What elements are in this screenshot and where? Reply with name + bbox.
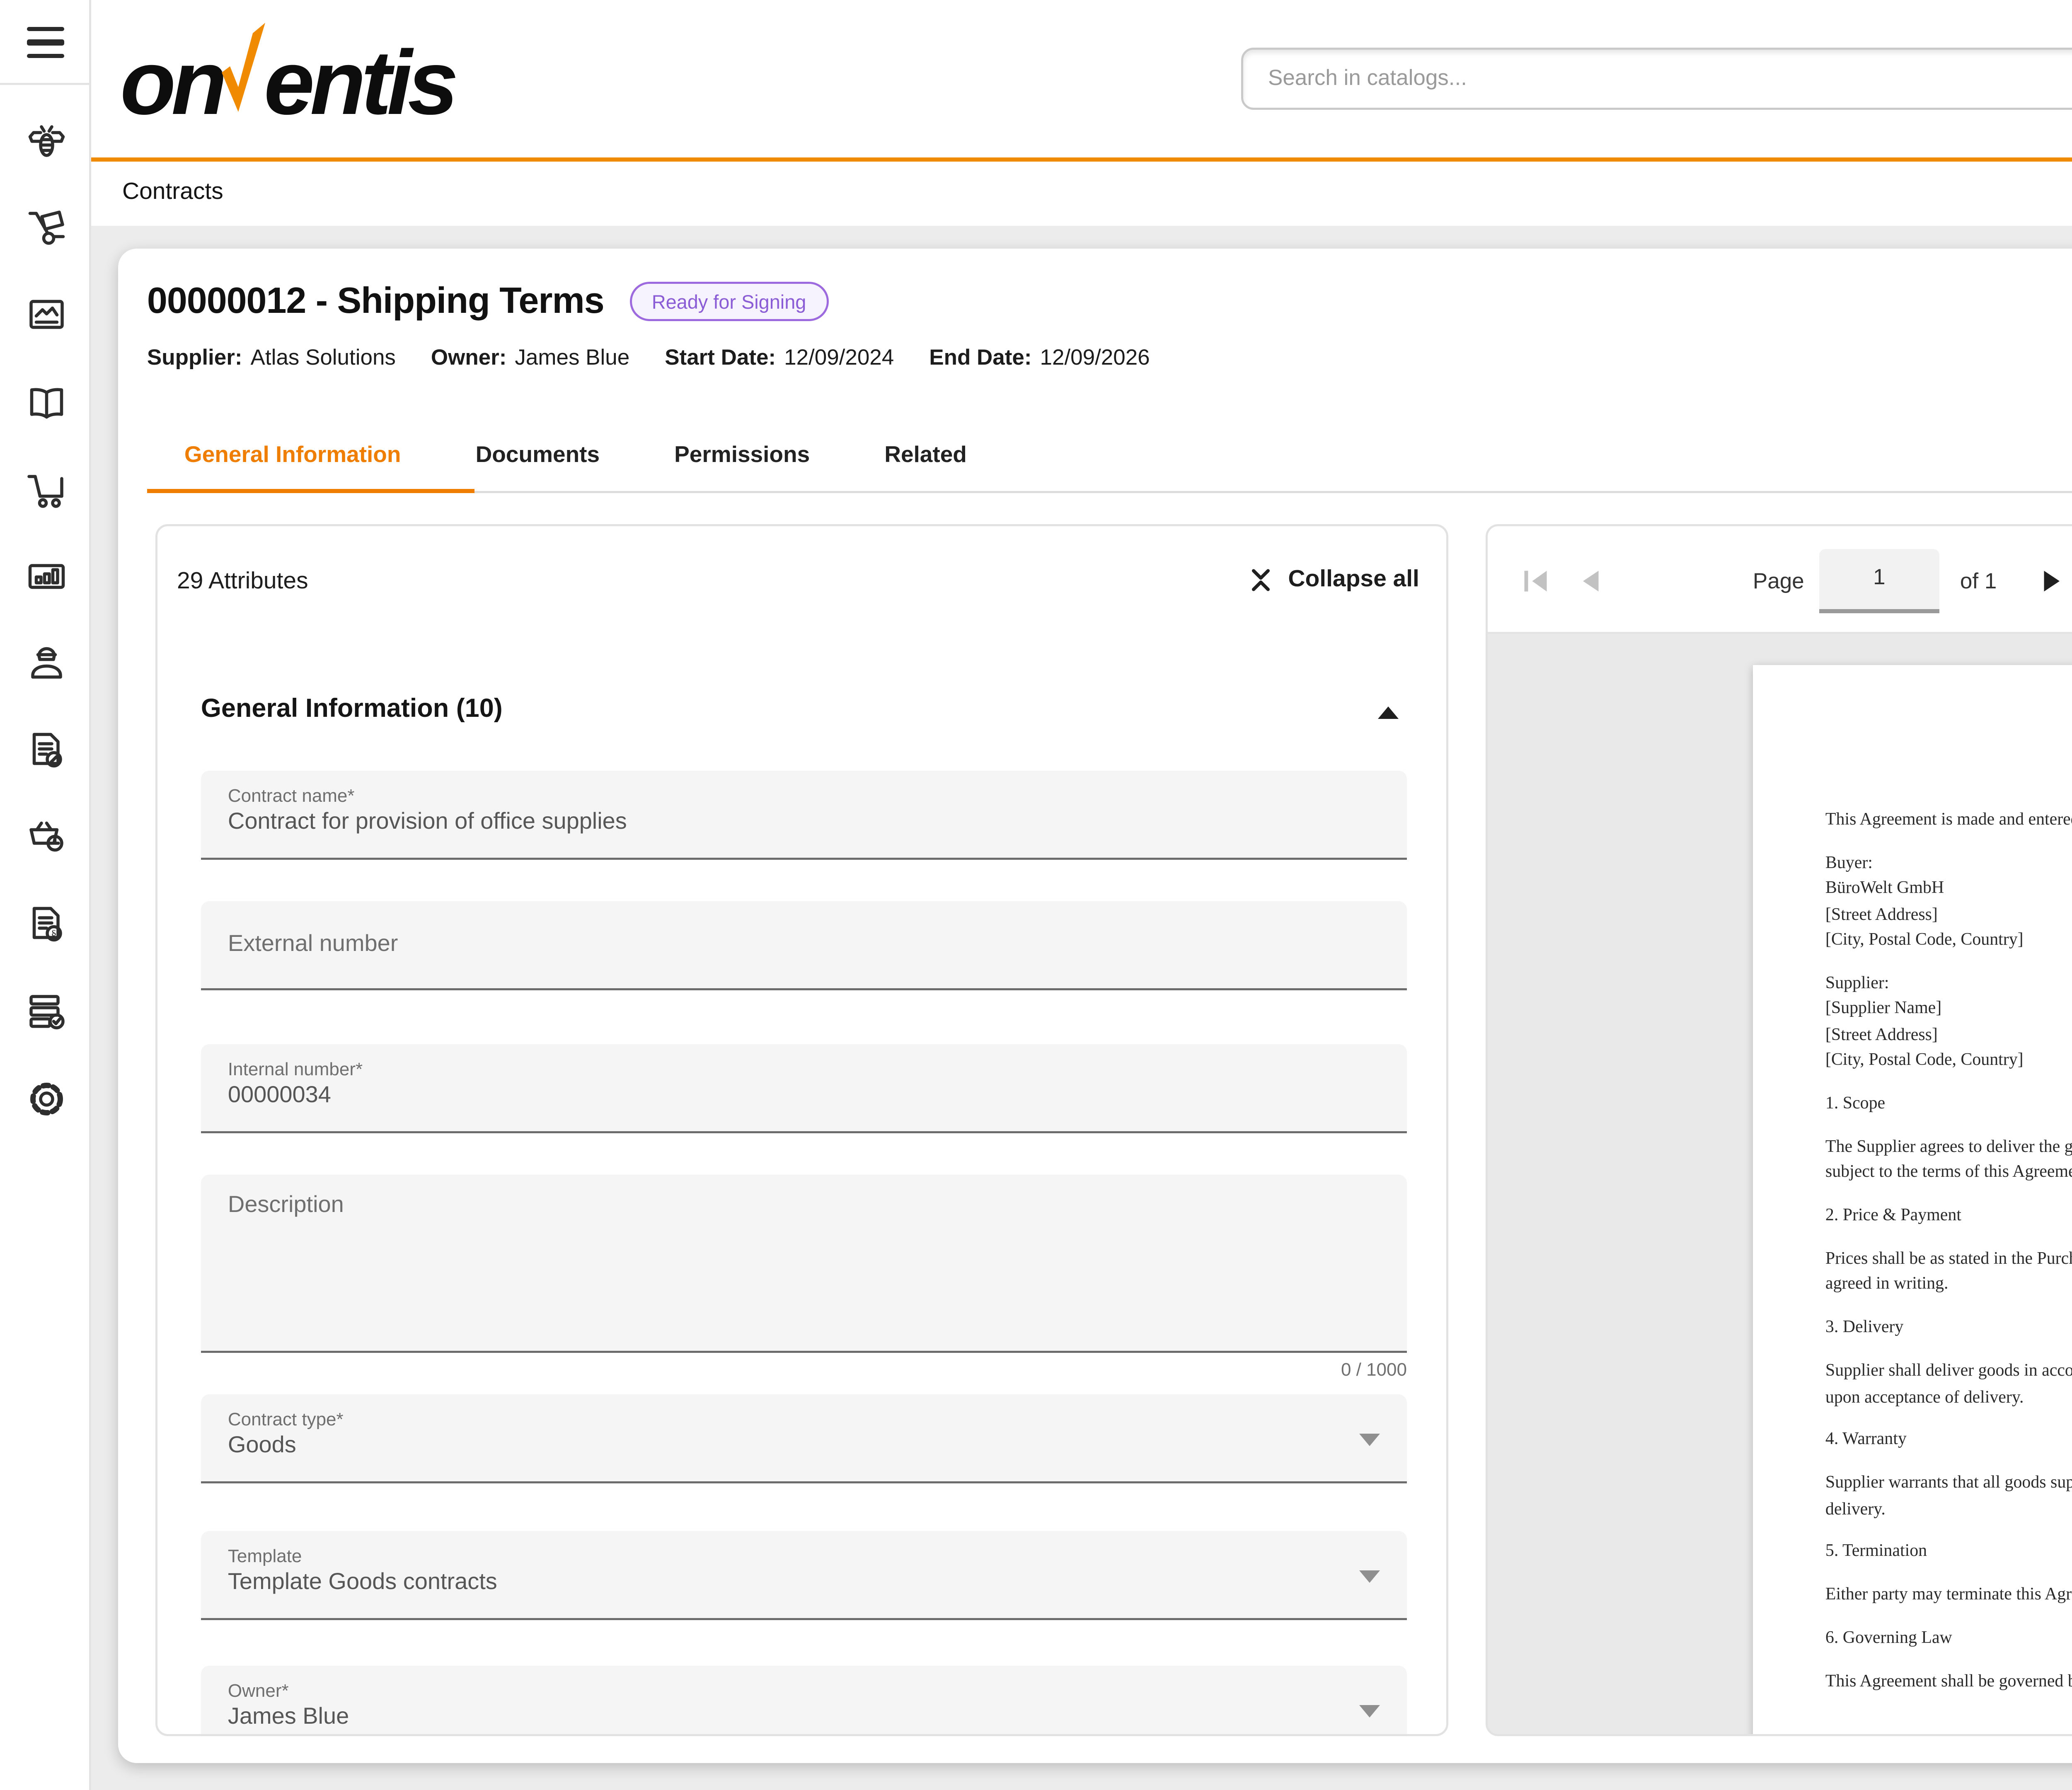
page-label: Page [1753,570,1804,595]
tab-general-information[interactable]: General Information [147,421,438,491]
contracts-handshake-icon[interactable] [24,294,68,338]
contract-name-field[interactable]: Contract name* Contract for provision of… [201,771,1407,860]
meta-start-date: Start Date:12/09/2024 [665,346,894,371]
document-paragraph: Supplier shall deliver goods in accordan… [1825,1359,2072,1411]
shopping-cart-icon[interactable] [24,468,68,512]
document-heading: 5. Termination [1825,1540,2072,1566]
external-number-field[interactable]: External number [201,901,1407,990]
document-heading: 2. Price & Payment [1825,1204,2072,1230]
breadcrumb-contracts[interactable]: Contracts [122,180,223,205]
search-input[interactable]: Search in catalogs... [1241,48,2072,110]
section-title: General Information (10) [201,694,503,723]
page-title: 00000012 - Shipping Terms [147,280,604,323]
settings-gear-icon[interactable] [24,1076,68,1120]
tab-bar: General Information Documents Permission… [147,421,1004,491]
search-placeholder: Search in catalogs... [1268,66,2072,91]
sidebar-divider [0,83,91,85]
meta-owner: Owner:James Blue [431,346,629,371]
section-general-information[interactable]: General Information (10) [201,684,1404,742]
tab-active-indicator [147,489,474,494]
document-paragraph: Buyer: BüroWelt GmbH [Street Address] [C… [1825,851,2072,954]
collapse-icon [1247,566,1273,595]
brand-divider [91,157,2072,161]
previous-page-icon[interactable] [1575,566,1606,597]
contract-type-select[interactable]: Contract type* Goods [201,1394,1407,1483]
document-paragraph: Either party may terminate this Agreemen… [1825,1584,2072,1609]
vendor-person-icon[interactable] [24,640,68,684]
page-total: of 1 [1960,570,1997,595]
first-page-icon[interactable] [1521,566,1552,597]
meta-end-date: End Date:12/09/2026 [929,346,1150,371]
breadcrumb: Contracts [91,161,2072,225]
template-select[interactable]: Template Template Goods contracts [201,1531,1407,1620]
owner-select[interactable]: Owner* James Blue [201,1666,1407,1736]
document-paragraph: Prices shall be as stated in the Purchas… [1825,1247,2072,1299]
document-paragraph: The Supplier agrees to deliver the goods… [1825,1135,2072,1187]
document-heading: 1. Scope [1825,1092,2072,1118]
chevron-up-icon[interactable] [1379,706,1399,719]
document-paragraph: This Agreement shall be governed by and … [1825,1670,2072,1696]
pdf-page[interactable]: Standard Agreement - Goods This Agreemen… [1753,665,2072,1736]
status-badge: Ready for Signing [629,282,829,321]
svg-text:§: § [50,927,56,939]
onventis-logo: on entis [120,27,454,135]
document-title: Standard Agreement - Goods [1825,733,2072,764]
app-root: on entis Search in catalogs... ? CM Cont… [0,0,2072,1790]
document-heading: 4. Warranty [1825,1428,2072,1454]
description-field[interactable]: Description [201,1175,1407,1353]
pdf-toolbar: Page 1 of 1 Automati [1488,526,2072,634]
document-paragraph: Supplier warrants that all goods supplie… [1825,1471,2072,1523]
logo-text-entis: entis [264,35,454,135]
pdf-document-content: Standard Agreement - Goods This Agreemen… [1825,733,2072,1713]
catalog-book-icon[interactable] [24,381,68,425]
attributes-panel: 29 Attributes Collapse all General Infor… [156,524,1448,1736]
collapse-all-button[interactable]: Collapse all [1247,566,1419,595]
document-heading: 3. Delivery [1825,1316,2072,1342]
legal-paragraph-document-icon[interactable]: § [24,902,68,946]
meta-supplier: Supplier:Atlas Solutions [147,346,396,371]
attributes-count: 29 Attributes [177,570,308,595]
basket-time-icon[interactable] [24,814,68,858]
attributes-header: 29 Attributes Collapse all [158,526,1446,638]
pdf-viewer-panel: Page 1 of 1 Automati [1486,524,2072,1736]
contract-detail-card: 00000012 - Shipping Terms Ready for Sign… [117,249,2072,1763]
document-heading: 6. Governing Law [1825,1627,2072,1652]
logo-text-on: on [120,35,223,135]
hamburger-menu-icon[interactable] [27,26,64,59]
chevron-down-icon [1359,1433,1380,1445]
chevron-down-icon [1359,1704,1380,1717]
document-paragraph: This Agreement is made and entered into … [1825,808,2072,834]
document-paragraph: Supplier: [Supplier Name] [Street Addres… [1825,972,2072,1075]
tab-documents[interactable]: Documents [438,421,637,491]
contract-meta: Supplier:Atlas Solutions Owner:James Blu… [147,346,1150,371]
tab-related[interactable]: Related [847,421,1004,491]
bee-icon[interactable] [24,119,68,163]
sidebar: § [0,0,91,1790]
tab-permissions[interactable]: Permissions [637,421,847,491]
description-char-counter: 0 / 1000 [201,1359,1407,1380]
next-page-icon[interactable] [2037,566,2068,597]
internal-number-field[interactable]: Internal number* 00000034 [201,1044,1407,1133]
master-data-check-icon[interactable] [24,989,68,1033]
hand-truck-icon[interactable] [24,207,68,251]
page-number-input[interactable]: 1 [1819,548,1939,612]
checkmark-icon [223,17,264,135]
chevron-down-icon [1359,1570,1380,1582]
invoice-percent-icon[interactable] [24,728,68,772]
reports-chart-icon[interactable] [24,554,68,598]
